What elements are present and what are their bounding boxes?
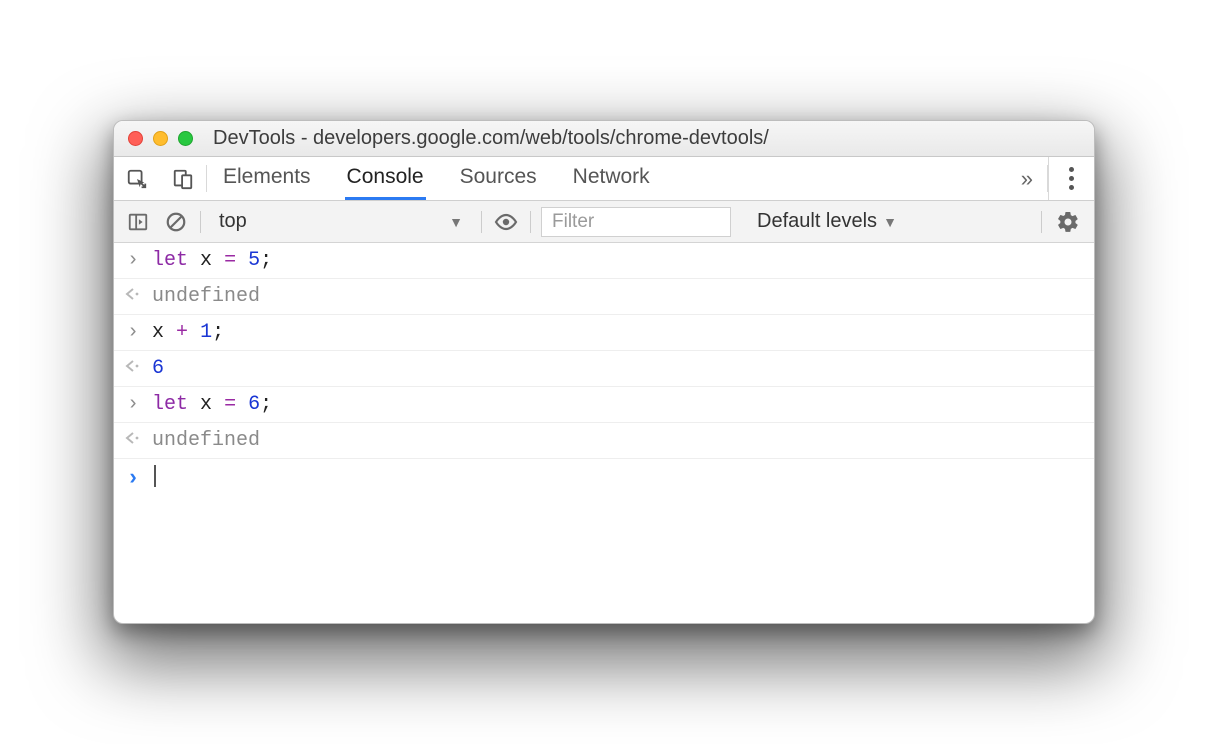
chevron-down-icon: ▼	[449, 214, 463, 230]
divider	[530, 211, 531, 233]
console-prompt-row[interactable]: ›	[114, 459, 1094, 497]
console-output[interactable]: › let x = 5; undefined › x + 1; 6 › let x = 6; u…	[114, 243, 1094, 497]
code-content: 6	[152, 357, 164, 380]
main-menu	[1048, 157, 1094, 200]
maximize-window-button[interactable]	[178, 131, 193, 146]
more-tabs-button[interactable]: »	[1007, 157, 1047, 200]
code-content: undefined	[152, 285, 260, 308]
console-output-row: undefined	[114, 423, 1094, 459]
minimize-window-button[interactable]	[153, 131, 168, 146]
live-expression-icon[interactable]	[492, 208, 520, 236]
code-content	[152, 465, 156, 491]
code-content: let x = 6;	[152, 393, 272, 416]
chevron-down-icon: ▼	[883, 214, 897, 230]
input-arrow-icon: ›	[124, 321, 142, 344]
close-window-button[interactable]	[128, 131, 143, 146]
output-arrow-icon	[124, 359, 142, 373]
prompt-arrow-icon: ›	[124, 466, 142, 491]
console-input-row: › let x = 5;	[114, 243, 1094, 279]
panel-tabbar: Elements Console Sources Network »	[114, 157, 1094, 201]
console-settings-icon[interactable]	[1052, 210, 1084, 234]
clear-console-icon[interactable]	[162, 208, 190, 236]
divider	[481, 211, 482, 233]
tab-network[interactable]: Network	[571, 157, 652, 200]
context-selector[interactable]: top ▼	[211, 207, 471, 237]
console-output-row: undefined	[114, 279, 1094, 315]
levels-label: Default levels	[757, 210, 877, 233]
tab-sources[interactable]: Sources	[458, 157, 539, 200]
divider	[1041, 211, 1042, 233]
tab-console[interactable]: Console	[345, 157, 426, 200]
device-toolbar-icon[interactable]	[160, 157, 206, 200]
code-content: undefined	[152, 429, 260, 452]
devtools-window: DevTools - developers.google.com/web/too…	[113, 120, 1095, 624]
context-value: top	[219, 210, 247, 233]
panel-tabs: Elements Console Sources Network	[207, 157, 1007, 200]
text-cursor	[154, 465, 156, 487]
console-input-row: › x + 1;	[114, 315, 1094, 351]
log-levels-selector[interactable]: Default levels ▼	[757, 210, 897, 233]
input-arrow-icon: ›	[124, 393, 142, 416]
output-arrow-icon	[124, 431, 142, 445]
code-content: x + 1;	[152, 321, 224, 344]
output-arrow-icon	[124, 287, 142, 301]
inspect-element-icon[interactable]	[114, 157, 160, 200]
divider	[200, 211, 201, 233]
console-input-row: › let x = 6;	[114, 387, 1094, 423]
window-title: DevTools - developers.google.com/web/too…	[213, 127, 769, 150]
tab-elements[interactable]: Elements	[221, 157, 313, 200]
console-toolbar: top ▼ Default levels ▼	[114, 201, 1094, 243]
traffic-lights	[128, 131, 193, 146]
show-console-sidebar-icon[interactable]	[124, 208, 152, 236]
kebab-menu-icon[interactable]	[1063, 161, 1080, 196]
titlebar: DevTools - developers.google.com/web/too…	[114, 121, 1094, 157]
filter-input[interactable]	[541, 207, 731, 237]
console-output-row: 6	[114, 351, 1094, 387]
input-arrow-icon: ›	[124, 249, 142, 272]
code-content: let x = 5;	[152, 249, 272, 272]
